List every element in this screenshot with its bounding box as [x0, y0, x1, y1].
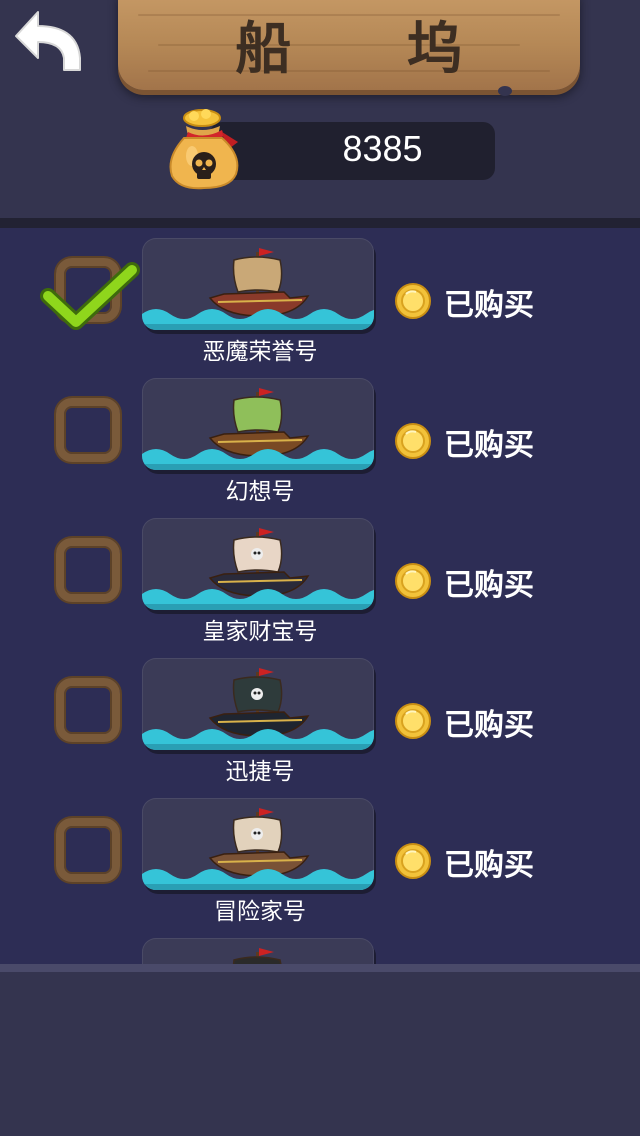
coin-icon	[395, 423, 431, 459]
ship-row[interactable]: 恶魔荣誉号 已购买	[0, 228, 640, 368]
purchased-status: 已购买	[444, 848, 534, 883]
ship-row[interactable]: 皇家财宝号 已购买	[0, 508, 640, 648]
coin-icon	[395, 843, 431, 879]
ship-select-checkbox[interactable]	[56, 818, 120, 882]
purchased-status: 已购买	[444, 428, 534, 463]
ship-row[interactable]: 幻想号 已购买	[0, 368, 640, 508]
page-title: 船 坞	[235, 17, 511, 82]
header: 船 坞 8385	[0, 0, 640, 228]
ship-select-checkbox[interactable]	[56, 398, 120, 462]
coin-balance-bar: 8385	[210, 122, 495, 180]
purchased-status: 已购买	[444, 288, 534, 323]
ship-name: 皇家财宝号	[202, 619, 318, 645]
ship-select-checkbox[interactable]	[56, 538, 120, 602]
ship-card[interactable]	[142, 798, 374, 890]
ship-card[interactable]	[142, 378, 374, 470]
ship-name: 冒险家号	[214, 899, 306, 925]
back-arrow-icon	[15, 11, 81, 71]
coin-icon	[395, 703, 431, 739]
header-divider	[0, 218, 640, 228]
coin-icon	[395, 283, 431, 319]
ship-name: 迅捷号	[225, 759, 295, 785]
ship-select-checkbox[interactable]	[56, 678, 120, 742]
checkmark-icon	[40, 262, 140, 330]
footer-divider	[0, 964, 640, 972]
footer	[0, 972, 640, 1136]
money-bag-skull-icon	[164, 104, 246, 190]
purchased-status: 已购买	[444, 708, 534, 743]
ship-row[interactable]: 冒险家号 已购买	[0, 788, 640, 928]
ship-name: 恶魔荣誉号	[202, 339, 318, 365]
back-button[interactable]	[8, 6, 88, 76]
shipyard-screen: 船 坞 8385 恶魔荣誉号 已购买 幻想号 已购买 皇家财宝号 已购买 迅捷号…	[0, 0, 640, 1136]
coin-balance: 8385	[342, 128, 423, 169]
ship-card[interactable]	[142, 518, 374, 610]
ship-row[interactable]: 迅捷号 已购买	[0, 648, 640, 788]
title-plank: 船 坞	[118, 0, 580, 96]
ship-card[interactable]	[142, 658, 374, 750]
ship-name: 幻想号	[225, 479, 295, 505]
ship-card[interactable]	[142, 938, 374, 964]
ship-card[interactable]	[142, 238, 374, 330]
ship-row[interactable]	[0, 928, 640, 964]
purchased-status: 已购买	[444, 568, 534, 603]
coin-icon	[395, 563, 431, 599]
ship-list[interactable]: 恶魔荣誉号 已购买 幻想号 已购买 皇家财宝号 已购买 迅捷号 已购买 冒险家号 已购买	[0, 228, 640, 964]
